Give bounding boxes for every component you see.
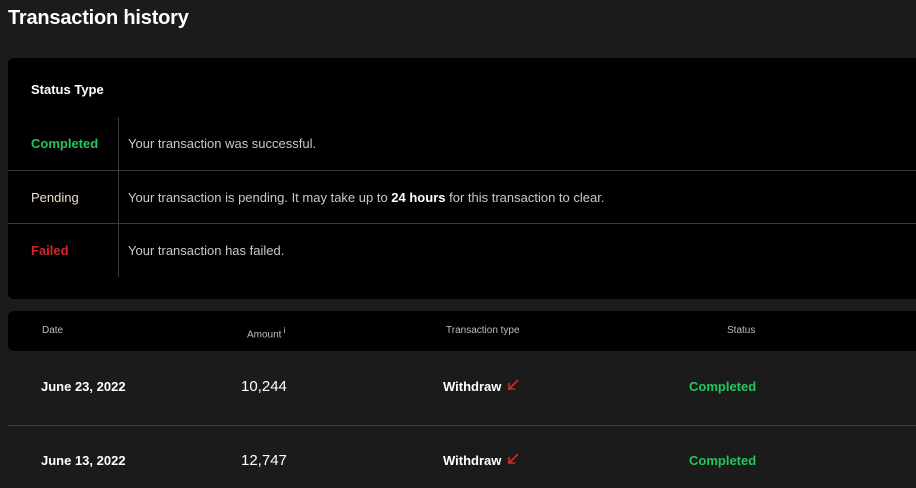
status-legend-row-completed: Completed Your transaction was successfu… bbox=[8, 117, 916, 170]
transactions-table-header: Date Amount i Transaction type Status bbox=[8, 311, 916, 351]
status-completed-description: Your transaction was successful. bbox=[128, 136, 317, 151]
transaction-status: Completed bbox=[689, 379, 757, 394]
status-divider bbox=[118, 224, 119, 277]
status-completed-label: Completed bbox=[31, 136, 99, 151]
transaction-type-label: Withdraw bbox=[443, 453, 502, 468]
page-title: Transaction history bbox=[8, 7, 189, 29]
status-failed-label: Failed bbox=[31, 243, 69, 258]
arrow-down-left-icon bbox=[507, 426, 519, 488]
status-legend-row-failed: Failed Your transaction has failed. bbox=[8, 223, 916, 277]
table-row[interactable]: June 23, 2022 10,244 Withdraw Completed bbox=[8, 352, 916, 424]
status-pending-description-end: for this transaction to clear. bbox=[445, 190, 605, 205]
status-divider bbox=[118, 117, 119, 170]
transaction-date: June 23, 2022 bbox=[41, 379, 126, 394]
transaction-date: June 13, 2022 bbox=[41, 453, 126, 468]
status-pending-description-start: Your transaction is pending. It may take… bbox=[128, 190, 392, 205]
transaction-type: Withdraw bbox=[443, 352, 519, 424]
transaction-amount: 10,244 bbox=[241, 378, 287, 395]
status-divider bbox=[118, 171, 119, 224]
transaction-type-label: Withdraw bbox=[443, 379, 502, 394]
transaction-amount: 12,747 bbox=[241, 452, 287, 469]
status-pending-description: Your transaction is pending. It may take… bbox=[128, 171, 604, 224]
info-icon[interactable]: i bbox=[283, 326, 285, 335]
arrow-down-left-icon bbox=[507, 352, 519, 422]
column-header-status: Status bbox=[727, 325, 756, 336]
status-legend-row-pending: Pending Your transaction is pending. It … bbox=[8, 170, 916, 224]
column-header-amount-label: Amount bbox=[247, 329, 282, 341]
column-header-amount: Amount i bbox=[247, 311, 285, 351]
status-failed-description: Your transaction has failed. bbox=[128, 243, 285, 258]
status-legend-title: Status Type bbox=[31, 82, 104, 97]
transaction-history-page: Transaction history Status Type Complete… bbox=[0, 0, 916, 488]
status-type-legend: Status Type Completed Your transaction w… bbox=[8, 58, 916, 299]
transaction-status: Completed bbox=[689, 453, 757, 468]
column-header-transaction-type: Transaction type bbox=[446, 325, 520, 336]
table-row[interactable]: June 13, 2022 12,747 Withdraw Completed bbox=[8, 425, 916, 488]
transaction-type: Withdraw bbox=[443, 426, 519, 488]
status-pending-label: Pending bbox=[31, 190, 79, 205]
column-header-date: Date bbox=[42, 325, 64, 336]
status-pending-duration: 24 hours bbox=[391, 190, 446, 205]
